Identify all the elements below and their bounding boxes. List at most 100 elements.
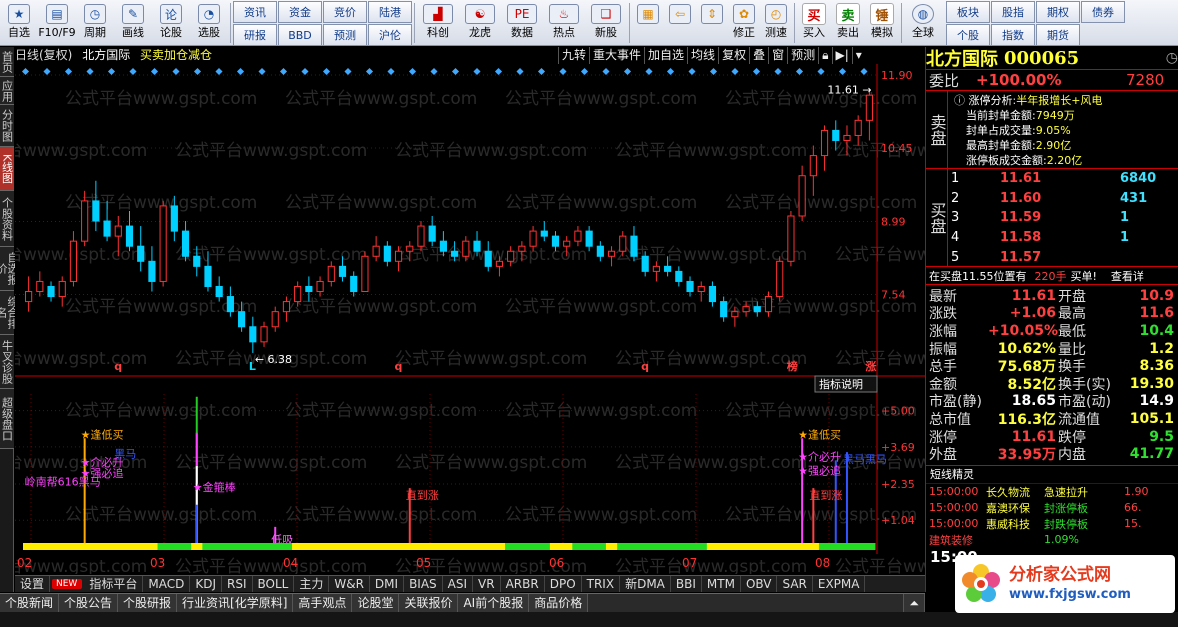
toolbar-updown-button[interactable]: ⇕ bbox=[696, 0, 728, 45]
chart-tool-button[interactable]: 九转 bbox=[558, 47, 589, 64]
toolbar-grid-button[interactable]: ▦ bbox=[632, 0, 664, 45]
toolbar-grid-button[interactable]: 沪伦 bbox=[368, 24, 412, 45]
indicator-tab[interactable]: BOLL bbox=[253, 576, 295, 592]
toolbar-market-button[interactable]: 板块 bbox=[946, 1, 990, 23]
indicator-tab[interactable]: W&R bbox=[329, 576, 370, 592]
toolbar-market-button[interactable]: 期货 bbox=[1036, 24, 1080, 45]
indicator-tab[interactable]: ARBR bbox=[501, 576, 545, 592]
indicator-tab[interactable]: ASI bbox=[443, 576, 474, 592]
side-tab[interactable]: 超级盘口 bbox=[0, 389, 14, 449]
toolbar-grid-button[interactable]: 研报 bbox=[233, 24, 277, 45]
indicator-tab[interactable]: 设置 bbox=[15, 576, 51, 592]
news-tab[interactable]: 论股堂 bbox=[352, 594, 400, 612]
indicator-tab[interactable]: EXPMA bbox=[813, 576, 866, 592]
chart-tool-button[interactable]: 复权 bbox=[718, 47, 749, 64]
news-tab[interactable]: 关联报价 bbox=[399, 594, 459, 612]
toolbar-market-button[interactable]: 个股 bbox=[946, 24, 990, 45]
short-sprite-row[interactable]: 15:00:00 嘉澳环保 封涨停板 66. bbox=[926, 500, 1178, 516]
watermark-url[interactable]: www.fxjgsw.com bbox=[1009, 586, 1131, 604]
bid-row[interactable]: 2 11.60 431 bbox=[948, 189, 1178, 209]
indicator-tab[interactable]: SAR bbox=[777, 576, 813, 592]
toolbar-dragon-button[interactable]: ☯ 龙虎 bbox=[459, 0, 501, 45]
toolbar-grid-button[interactable]: 陆港 bbox=[368, 1, 412, 23]
side-tab[interactable]: 牛叉诊股 bbox=[0, 335, 14, 389]
chart-tool-button[interactable]: 加自选 bbox=[644, 47, 687, 64]
indicator-tab[interactable]: 新DMA bbox=[620, 576, 671, 592]
signal-marker[interactable]: L bbox=[249, 360, 256, 373]
indicator-help-button[interactable]: 指标说明 bbox=[814, 375, 878, 393]
signal-marker[interactable]: q bbox=[641, 360, 649, 373]
indicator-tab[interactable]: MTM bbox=[702, 576, 741, 592]
toolbar-forum-button[interactable]: 论论股 bbox=[152, 0, 190, 45]
news-tab[interactable]: 行业资讯[化学原料] bbox=[177, 594, 294, 612]
news-tab[interactable]: 个股公告 bbox=[59, 594, 119, 612]
side-tab[interactable]: 自选报价 bbox=[0, 247, 19, 291]
toolbar-chart-button[interactable]: ▟ 科创 bbox=[417, 0, 459, 45]
signal-marker[interactable]: q bbox=[395, 360, 403, 373]
chart-tool-button[interactable]: 均线 bbox=[687, 47, 718, 64]
bid-row[interactable]: 4 11.58 1 bbox=[948, 228, 1178, 248]
side-tab[interactable]: 综合排名 bbox=[0, 291, 19, 335]
indicator-tab[interactable]: TRIX bbox=[582, 576, 621, 592]
indicator-tab[interactable]: DPO bbox=[545, 576, 582, 592]
toolbar-market-button[interactable]: 股指 bbox=[991, 1, 1035, 23]
chart-tool-button[interactable]: 重大事件 bbox=[589, 47, 644, 64]
toolbar-market-button[interactable]: 债券 bbox=[1081, 1, 1125, 23]
chart-tool-button[interactable]: 预测 bbox=[787, 47, 818, 64]
indicator-tab[interactable]: 指标平台 bbox=[84, 576, 144, 592]
toolbar-pencil-button[interactable]: ✎ 画线 bbox=[114, 0, 152, 45]
bid-row[interactable]: 1 11.61 6840 bbox=[948, 169, 1178, 189]
kline-chart[interactable]: 公式平台www.gspt.com 公式平台www.gspt.com 公式平台www.… bbox=[15, 64, 925, 574]
toolbar-market-button[interactable]: 指数 bbox=[991, 24, 1035, 45]
limit-title-row[interactable]: ⓘ 涨停分析:半年报增长+风电 bbox=[954, 93, 1102, 108]
indicator-tab[interactable]: OBV bbox=[741, 576, 778, 592]
news-tab[interactable]: 个股新闻 bbox=[0, 594, 60, 612]
indicator-tab[interactable]: KDJ bbox=[190, 576, 222, 592]
short-sprite-title[interactable]: 短线精灵 bbox=[926, 466, 1178, 484]
bid-row[interactable]: 3 11.59 1 bbox=[948, 208, 1178, 228]
signal-marker[interactable]: 榜 bbox=[787, 359, 798, 373]
indicator-tab[interactable]: RSI bbox=[222, 576, 253, 592]
short-sprite-row[interactable]: 15:00:00 惠威科技 封跌停板 15. bbox=[926, 516, 1178, 532]
toolbar-filter-button[interactable]: ◔ 选股 bbox=[190, 0, 228, 45]
lock-icon[interactable]: 🔒︎ bbox=[818, 47, 831, 64]
bid-row[interactable]: 5 11.57 bbox=[948, 247, 1178, 266]
toolbar-trade-button[interactable]: 买买入 bbox=[797, 0, 831, 45]
toolbar-arrow-left-button[interactable]: ⇦ bbox=[664, 0, 696, 45]
toolbar-trade-button[interactable]: 锤模拟 bbox=[865, 0, 899, 45]
toolbar-hot-button[interactable]: ♨ 热点 bbox=[543, 0, 585, 45]
toolbar-market-button[interactable]: 期权 bbox=[1036, 1, 1080, 23]
toolbar-grid-button[interactable]: 资讯 bbox=[233, 1, 277, 23]
bid-info-more[interactable]: 查看详 bbox=[1111, 268, 1144, 284]
side-tab[interactable]: 分时图 bbox=[0, 105, 14, 147]
news-tab[interactable]: 高手观点 bbox=[293, 594, 353, 612]
signal-marker[interactable]: 涨 bbox=[865, 359, 876, 373]
indicator-tab[interactable]: 主力 bbox=[294, 576, 330, 592]
period-label[interactable]: 日线(复权) bbox=[15, 48, 72, 62]
bid-info-row[interactable]: 在买盘11.55位置有 220手 买单! 查看详 bbox=[926, 267, 1178, 285]
short-sprite-row[interactable]: 15:00:00 长久物流 急速拉升 1.90 bbox=[926, 484, 1178, 500]
indicator-tab[interactable]: BBI bbox=[671, 576, 702, 592]
side-tab[interactable]: 个股资料 bbox=[0, 191, 14, 247]
chart-tool-button[interactable]: 窗 bbox=[768, 47, 787, 64]
toolbar-globe-button[interactable]: ◍ 全球 bbox=[904, 0, 942, 45]
indicator-tab[interactable]: VR bbox=[473, 576, 501, 592]
short-sprite-row[interactable]: 建筑装修 1.09% bbox=[926, 532, 1178, 548]
forward-icon[interactable]: ▶| bbox=[831, 47, 852, 64]
indicator-tab[interactable]: DMI bbox=[370, 576, 405, 592]
toolbar-grid-button[interactable]: 预测 bbox=[323, 24, 367, 45]
side-tab[interactable]: 应用 bbox=[0, 77, 14, 105]
toolbar-star-button[interactable]: ★ 自选 bbox=[0, 0, 38, 45]
news-tab[interactable]: 个股研报 bbox=[118, 594, 178, 612]
toolbar-grid-button[interactable]: 竞价 bbox=[323, 1, 367, 23]
indicator-tab[interactable]: MACD bbox=[143, 576, 191, 592]
toolbar-grid-button[interactable]: 资金 bbox=[278, 1, 322, 23]
toolbar-grid-button[interactable]: BBD bbox=[278, 24, 322, 45]
toolbar-f10-button[interactable]: ▤ F10/F9 bbox=[38, 0, 76, 45]
indicator-tab[interactable]: BIAS bbox=[404, 576, 443, 592]
toolbar-fix-button[interactable]: ✿ 修正 bbox=[728, 0, 760, 45]
news-tab[interactable]: 商品价格 bbox=[529, 594, 589, 612]
toolbar-trade-button[interactable]: 卖卖出 bbox=[831, 0, 865, 45]
indicator-tab[interactable]: NEW bbox=[52, 579, 83, 589]
menu-down-icon[interactable]: ▾ bbox=[851, 47, 865, 64]
